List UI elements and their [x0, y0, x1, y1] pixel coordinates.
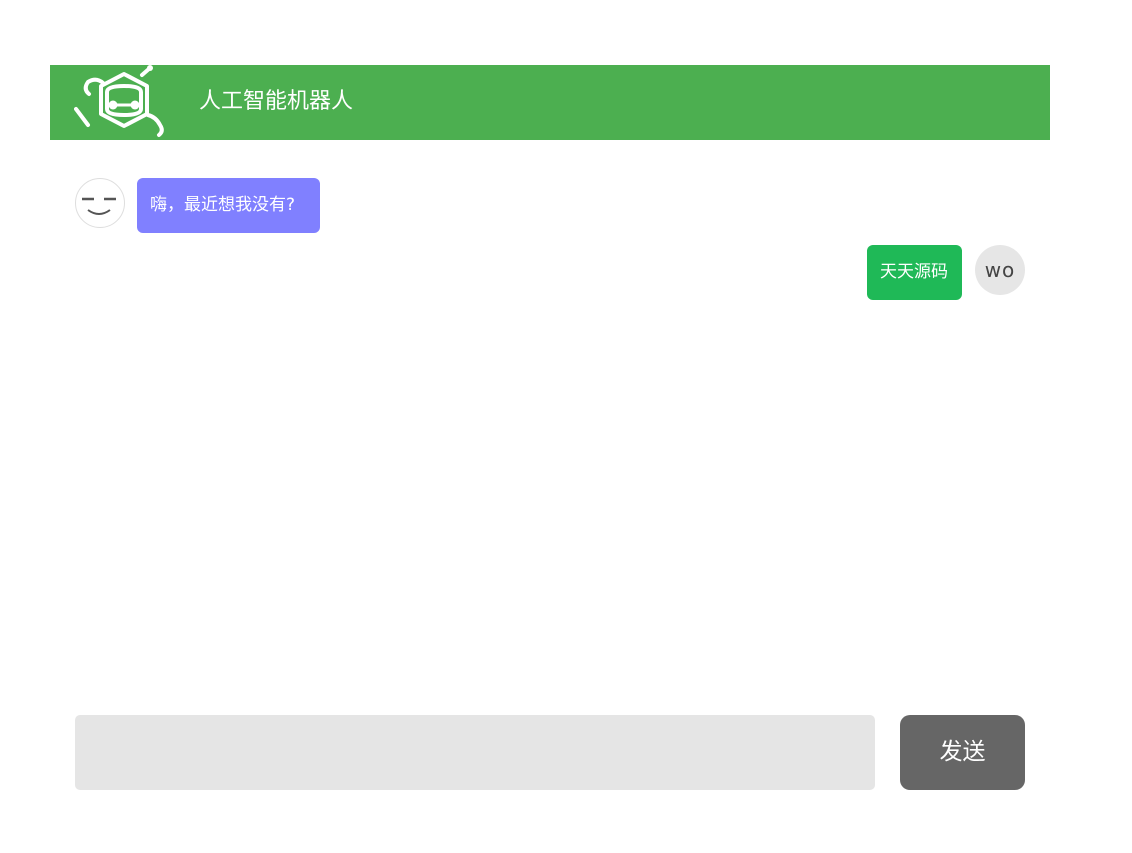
sleepy-face-icon [82, 197, 116, 215]
page-title: 人工智能机器人 [199, 89, 354, 114]
chat-app: 人工智能机器人 嗨，最近想我没有? 天天源码 wo 发送 [50, 65, 1050, 825]
bot-avatar [75, 178, 125, 228]
robot-head-icon [74, 65, 164, 137]
message-input[interactable] [75, 715, 875, 790]
chat-header: 人工智能机器人 [50, 65, 1050, 140]
user-avatar: wo [975, 245, 1025, 295]
message-list: 嗨，最近想我没有? 天天源码 wo [50, 140, 1050, 700]
bot-message-bubble: 嗨，最近想我没有? [137, 178, 320, 233]
send-button[interactable]: 发送 [900, 715, 1025, 790]
user-message-bubble: 天天源码 [867, 245, 962, 300]
